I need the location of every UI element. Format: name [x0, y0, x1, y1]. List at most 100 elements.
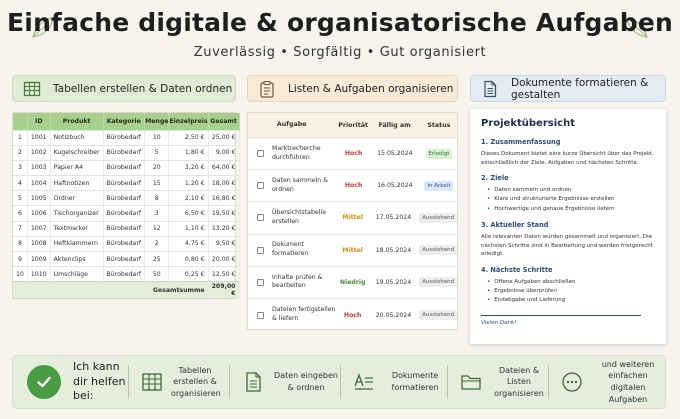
table-row: 9 1009 Aktenclips Bürobedarf 25 0,80 €20,00 €	[13, 250, 240, 267]
table-cell: 15	[144, 175, 170, 191]
table-cell: Textmarker	[50, 220, 104, 237]
table-row: 3 1003 Papier A4 Bürobedarf 20 3,20 €64,00 €	[13, 159, 240, 176]
task-due-date: 15.05.2024	[377, 150, 413, 158]
task-row: Marktrecherche durchführen Hoch 15.05.2024…	[248, 138, 457, 171]
list-item: Ergebnisse überprüfen	[487, 287, 655, 296]
table-cell: 1,80 €	[168, 144, 209, 161]
table-cell: 19,50 €	[208, 205, 240, 222]
table-cell: 5	[144, 144, 170, 161]
table-cell: 9,00 €	[208, 144, 240, 161]
column-header-category: Kategorie	[103, 113, 146, 130]
service-item: Dokumente formatieren	[341, 370, 447, 393]
table-cell: 1	[13, 129, 28, 146]
table-icon	[142, 373, 162, 391]
table-cell: 25,00 €	[208, 129, 240, 146]
table-row: 8 1008 Heftklammern Bürobedarf 2 4,75 €9,50 €	[13, 235, 240, 252]
task-list-header: Aufgabe Priorität Fällig am Status	[248, 113, 457, 138]
text-format-icon	[354, 373, 373, 390]
table-cell: 1009	[27, 250, 51, 267]
task-checkbox[interactable]	[257, 278, 264, 286]
table-cell: Bürobedarf	[103, 159, 146, 176]
help-label: Ich kann dir helfen bei:	[73, 359, 126, 403]
table-cell: 10	[13, 266, 28, 282]
service-label: und weiteren einfachen digitalen Aufgabe…	[601, 359, 655, 404]
table-cell: 2,10 €	[168, 190, 209, 206]
table-cell: 25	[144, 250, 170, 267]
task-row: Übersichtstabelle erstellen Mittel 17.05.2…	[248, 202, 457, 235]
section-tables: Tabellen erstellen & Daten ordnen	[12, 75, 236, 102]
table-cell: 4,75 €	[168, 235, 209, 252]
task-header-priority: Priorität	[338, 121, 368, 129]
table-cell: 18,00 €	[208, 175, 240, 191]
table-cell: Papier A4	[50, 159, 104, 176]
table-cell: 20	[144, 159, 170, 176]
table-cell: 2	[144, 235, 170, 252]
list-item: Endabgabe und Lieferung	[487, 296, 655, 305]
task-due-date: 16.05.2024	[377, 182, 413, 190]
task-name: Dateien fertigstellen & liefern	[272, 306, 336, 323]
task-priority: Hoch	[344, 150, 363, 158]
task-header-task: Aufgabe	[276, 120, 307, 128]
table-row: 1 1001 Notizbuch Bürobedarf 10 2,50 €25,00 €	[13, 129, 240, 146]
table-cell: 13,20 €	[208, 220, 240, 237]
table-cell: Bürobedarf	[103, 220, 146, 237]
section-documents-label: Dokumente formatieren & gestalten	[511, 76, 649, 101]
task-due-date: 18.05.2024	[375, 246, 412, 254]
table-cell: 6,50 €	[168, 205, 209, 222]
table-cell: 10	[144, 129, 170, 146]
document-list: Daten sammeln und ordnen Klare und struk…	[481, 186, 655, 214]
task-row: Daten sammeln & ordnen Hoch 16.05.2024 In A…	[248, 170, 457, 203]
services-banner: Ich kann dir helfen bei: Tabellen erstel…	[12, 355, 666, 409]
table-cell: Notizbuch	[50, 129, 104, 146]
task-header-status: Status	[427, 121, 451, 129]
task-checkbox[interactable]	[257, 182, 264, 190]
task-checkbox[interactable]	[257, 150, 264, 158]
table-cell: Kugelschreiber	[50, 144, 104, 161]
table-cell: 8	[13, 235, 28, 252]
service-label: Dateien & Listen organisieren	[494, 365, 544, 398]
table-cell: 16,80 €	[208, 190, 240, 206]
section-lists-label: Listen & Aufgaben organisieren	[288, 82, 454, 95]
table-icon	[23, 81, 41, 96]
inventory-table: ID Produkt Kategorie Menge Einzelpreis G…	[12, 112, 240, 299]
task-priority: Hoch	[343, 311, 362, 319]
document-section-title: 2. Ziele	[481, 174, 509, 183]
task-checkbox[interactable]	[257, 214, 264, 222]
task-checkbox[interactable]	[257, 246, 264, 254]
table-cell: 7	[13, 220, 28, 237]
task-row: Dokument formatieren Mittel 18.05.2024 Auss…	[248, 235, 457, 267]
status-badge: Erledigt	[425, 148, 453, 159]
table-cell: 0,25 €	[168, 266, 209, 282]
document-section-title: 3. Aktueller Stand	[481, 221, 549, 230]
list-item: Klare und strukturierte Ergebnisse erste…	[487, 195, 655, 204]
table-cell: 5	[13, 190, 28, 206]
table-cell: 1002	[27, 144, 51, 161]
table-row: 6 1006 Tischorganizer Bürobedarf 3 6,50 €19,5…	[13, 205, 240, 222]
table-cell: 0,80 €	[168, 250, 209, 267]
table-cell: 3	[13, 159, 28, 176]
task-checkbox[interactable]	[257, 311, 264, 319]
table-row: 7 1007 Textmarker Bürobedarf 12 1,10 €13,20 €	[13, 220, 240, 237]
table-cell: 20,00 €	[208, 250, 240, 267]
task-name: Übersichtstabelle erstellen	[272, 209, 326, 225]
section-documents: Dokumente formatieren & gestalten	[470, 75, 666, 102]
document-list: Offene Aufgaben abschließen Ergebnisse ü…	[481, 278, 655, 306]
table-cell: 1005	[27, 190, 51, 206]
task-name: Daten sammeln & ordnen	[272, 177, 328, 193]
table-cell: Bürobedarf	[103, 205, 146, 222]
document-paragraph: Dieses Dokument bietet eine kurze Übersi…	[481, 151, 654, 166]
table-row: 4 1004 Haftnotizen Bürobedarf 15 1,20 €18,00 …	[13, 175, 240, 191]
table-cell: 50	[144, 266, 170, 282]
document-section-title: 1. Zusammenfassung	[481, 138, 561, 146]
table-cell: 2	[13, 144, 28, 161]
task-name: Inhalte prüfen & bearbeiten	[272, 273, 323, 290]
task-name: Marktrecherche durchführen	[272, 144, 321, 161]
table-cell: 3,20 €	[168, 159, 209, 176]
inventory-rows: 1 1001 Notizbuch Bürobedarf 10 2,50 €25,00 € …	[13, 129, 240, 298]
table-cell: 1008	[27, 235, 51, 252]
service-item: Dateien & Listen organisieren	[448, 365, 548, 400]
task-row: Inhalte prüfen & bearbeiten Niedrig 19.05.…	[248, 267, 457, 299]
task-priority: Mittel	[342, 246, 363, 254]
table-cell: 1001	[27, 129, 51, 146]
section-tables-label: Tabellen erstellen & Daten ordnen	[53, 82, 233, 95]
